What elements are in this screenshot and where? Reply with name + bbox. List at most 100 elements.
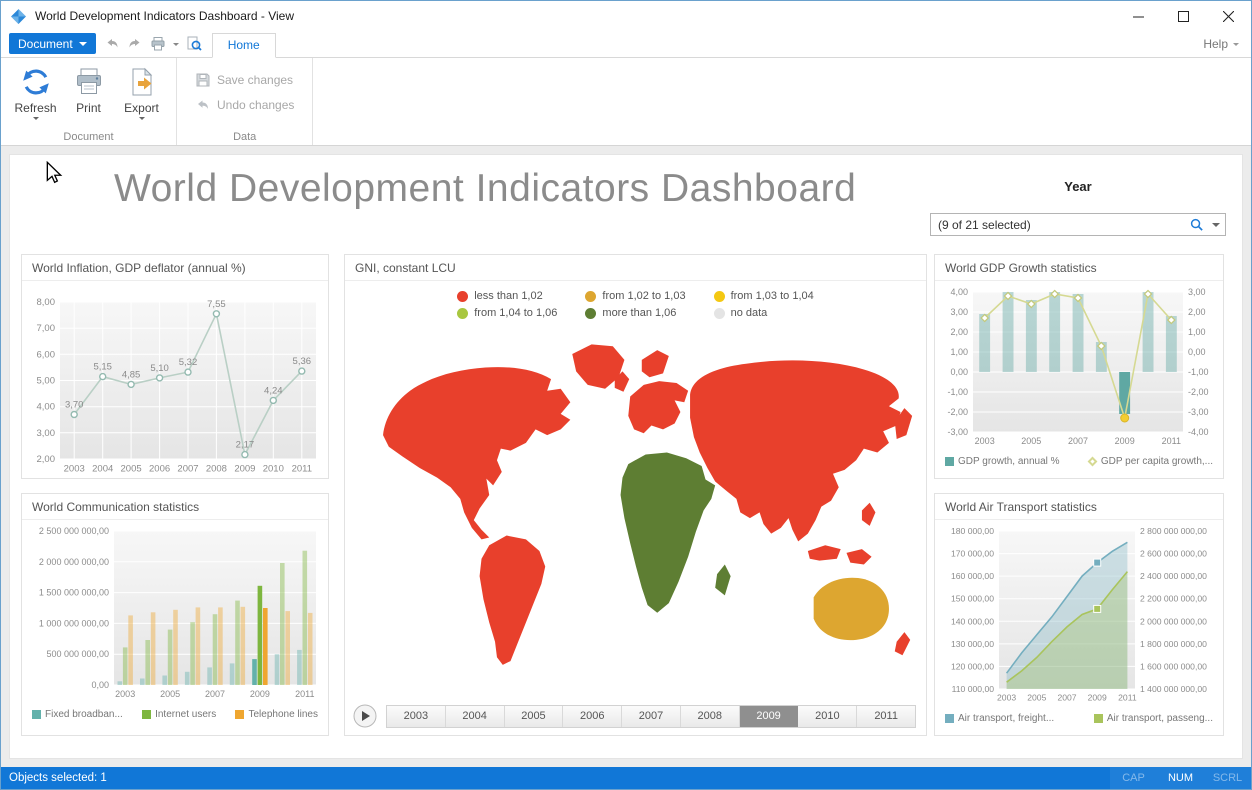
svg-text:2 000 000 000,00: 2 000 000 000,00 (1140, 616, 1207, 626)
ribbon-group-document: Refresh Print Export Document (1, 58, 177, 145)
svg-text:2003: 2003 (64, 464, 85, 475)
chevron-down-icon (33, 117, 39, 120)
svg-text:1 600 000 000,00: 1 600 000 000,00 (1140, 661, 1207, 671)
svg-text:2,00: 2,00 (950, 327, 968, 337)
year-filter-combobox[interactable]: (9 of 21 selected) (930, 213, 1226, 236)
undo-changes-button[interactable]: Undo changes (195, 97, 294, 113)
legend-label: GDP per capita growth,... (1101, 456, 1213, 467)
map-region-philippines[interactable] (861, 503, 875, 526)
svg-text:-3,00: -3,00 (947, 427, 968, 437)
svg-text:3,00: 3,00 (37, 428, 56, 439)
timeline-year-2003[interactable]: 2003 (387, 706, 446, 727)
map-region-south-america[interactable] (479, 536, 545, 665)
document-menu-button[interactable]: Document (9, 33, 96, 54)
export-label: Export (124, 101, 159, 115)
group-caption-document: Document (1, 131, 176, 143)
legend-item: Air transport, freight... (945, 713, 1054, 724)
dashboard-title: World Development Indicators Dashboard (114, 167, 856, 211)
svg-text:5,00: 5,00 (37, 376, 56, 387)
map-region-scandinavia[interactable] (641, 350, 668, 377)
map-legend-item: more than 1,06 (585, 307, 685, 319)
undo-changes-label: Undo changes (217, 98, 294, 112)
timeline-year-2010[interactable]: 2010 (798, 706, 857, 727)
svg-text:2005: 2005 (1027, 693, 1046, 703)
maximize-button[interactable] (1161, 1, 1206, 31)
legend-color-dot (714, 291, 725, 302)
gdp-combo-chart[interactable]: 4,003,002,001,000,00-1,00-2,00-3,003,002… (939, 284, 1219, 448)
tab-home[interactable]: Home (212, 33, 276, 58)
map-region-madagascar[interactable] (715, 565, 730, 596)
svg-text:0,00: 0,00 (91, 680, 109, 690)
svg-text:2007: 2007 (1057, 693, 1076, 703)
legend-label: Fixed broadban... (45, 709, 123, 720)
svg-text:1 400 000 000,00: 1 400 000 000,00 (1140, 684, 1207, 694)
svg-text:4,00: 4,00 (37, 402, 56, 413)
help-menu[interactable]: Help (1203, 37, 1251, 57)
play-button[interactable] (353, 704, 377, 728)
legend-item: Fixed broadban... (32, 709, 123, 720)
map-region-north-america[interactable] (383, 367, 570, 539)
panel-title: World GDP Growth statistics (935, 255, 1223, 281)
legend-label: from 1,02 to 1,03 (602, 290, 685, 302)
timeline-year-2011[interactable]: 2011 (857, 706, 915, 727)
legend-label: from 1,04 to 1,06 (474, 307, 557, 319)
legend-label: Internet users (155, 709, 216, 720)
timeline-year-2006[interactable]: 2006 (563, 706, 622, 727)
map-region-new-zealand[interactable] (894, 632, 909, 655)
undo-icon[interactable] (104, 36, 120, 52)
dashboard-background: World Development Indicators Dashboard Y… (1, 146, 1251, 767)
legend-label: less than 1,02 (474, 290, 543, 302)
svg-text:-1,00: -1,00 (947, 387, 968, 397)
svg-text:2,00: 2,00 (1188, 307, 1206, 317)
refresh-icon (20, 66, 52, 98)
minimize-button[interactable] (1116, 1, 1161, 31)
refresh-button[interactable]: Refresh (9, 60, 62, 129)
print-preview-icon[interactable] (186, 36, 202, 52)
svg-text:5,32: 5,32 (179, 357, 198, 368)
close-button[interactable] (1206, 1, 1251, 31)
svg-text:2011: 2011 (292, 464, 312, 475)
redo-icon[interactable] (127, 36, 143, 52)
communication-bar-chart[interactable]: 2 500 000 000,002 000 000 000,001 500 00… (26, 523, 324, 701)
svg-text:2009: 2009 (250, 689, 270, 699)
svg-text:2007: 2007 (1068, 436, 1088, 446)
search-icon[interactable] (1189, 217, 1207, 233)
map-region-indonesia[interactable] (807, 545, 871, 564)
air-transport-area-chart[interactable]: 180 000,00170 000,00160 000,00150 000,00… (939, 523, 1219, 705)
svg-text:-2,00: -2,00 (1188, 387, 1209, 397)
svg-text:2,17: 2,17 (236, 440, 255, 451)
print-button[interactable]: Print (62, 60, 115, 129)
timeline-year-2009[interactable]: 2009 (740, 706, 799, 727)
save-changes-label: Save changes (217, 73, 293, 87)
legend-marker (142, 710, 151, 719)
save-changes-button[interactable]: Save changes (195, 72, 294, 88)
chevron-down-icon[interactable] (173, 43, 179, 46)
map-region-africa[interactable] (620, 453, 715, 613)
svg-text:2005: 2005 (121, 464, 142, 475)
export-button[interactable]: Export (115, 60, 168, 129)
inflation-line-chart[interactable]: 8,007,006,005,004,003,002,00200320042005… (26, 284, 324, 476)
svg-text:2 400 000 000,00: 2 400 000 000,00 (1140, 571, 1207, 581)
svg-text:2007: 2007 (205, 689, 225, 699)
map-legend: less than 1,02from 1,02 to 1,03from 1,03… (457, 290, 814, 319)
chevron-down-icon[interactable] (1207, 214, 1225, 235)
legend-color-dot (457, 308, 468, 319)
svg-text:1 800 000 000,00: 1 800 000 000,00 (1140, 639, 1207, 649)
timeline-year-2008[interactable]: 2008 (681, 706, 740, 727)
ribbon-tab-row: Document Home Help (1, 31, 1251, 58)
svg-text:2003: 2003 (975, 436, 995, 446)
timeline-year-2005[interactable]: 2005 (505, 706, 564, 727)
quick-access-toolbar (104, 36, 202, 52)
world-map[interactable] (356, 321, 916, 669)
timeline-year-2007[interactable]: 2007 (622, 706, 681, 727)
svg-text:2009: 2009 (1115, 436, 1135, 446)
svg-text:180 000,00: 180 000,00 (951, 526, 994, 536)
legend-color-dot (585, 308, 596, 319)
map-region-australia[interactable] (813, 578, 888, 640)
timeline-year-2004[interactable]: 2004 (446, 706, 505, 727)
print-icon-small[interactable] (150, 36, 166, 52)
svg-text:150 000,00: 150 000,00 (951, 594, 994, 604)
svg-text:7,00: 7,00 (37, 323, 56, 334)
map-region-europe[interactable] (628, 381, 688, 433)
num-lock-indicator: NUM (1157, 772, 1204, 784)
